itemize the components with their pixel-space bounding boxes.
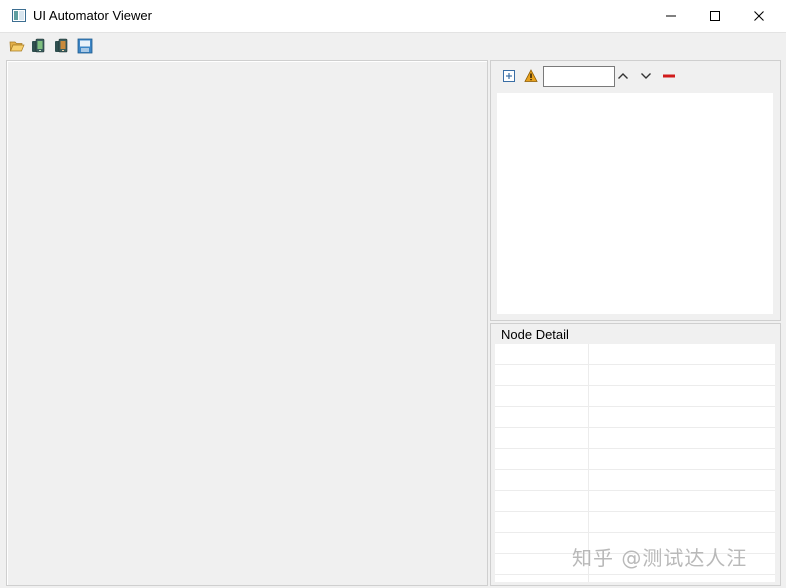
maximize-icon <box>710 11 720 21</box>
maximize-button[interactable] <box>692 0 738 32</box>
table-row <box>495 385 775 386</box>
table-row <box>495 364 775 365</box>
next-icon[interactable] <box>639 69 653 83</box>
minimize-icon <box>666 15 676 17</box>
close-button[interactable] <box>736 0 782 32</box>
open-folder-icon[interactable] <box>9 38 25 54</box>
window-title: UI Automator Viewer <box>33 8 152 23</box>
app-window-icon <box>12 9 26 22</box>
device-screenshot-icon[interactable] <box>31 38 47 54</box>
clear-icon[interactable] <box>662 69 676 83</box>
hierarchy-panel <box>490 60 781 321</box>
table-row <box>495 427 775 428</box>
title-bar[interactable]: UI Automator Viewer <box>0 0 786 33</box>
table-row <box>495 574 775 575</box>
table-row <box>495 511 775 512</box>
watermark-text: 知乎 @测试达人汪 <box>572 546 748 570</box>
close-icon <box>754 11 764 21</box>
warning-icon[interactable] <box>524 69 538 83</box>
previous-icon[interactable] <box>616 69 630 83</box>
screenshot-pane[interactable] <box>6 60 488 586</box>
expand-all-icon[interactable] <box>502 69 516 83</box>
hierarchy-tree[interactable] <box>497 93 773 314</box>
table-row <box>495 469 775 470</box>
save-icon[interactable] <box>77 38 93 54</box>
table-row <box>495 448 775 449</box>
table-row <box>495 532 775 533</box>
hierarchy-toolbar <box>491 61 780 93</box>
search-input[interactable] <box>543 66 615 87</box>
table-row <box>495 490 775 491</box>
device-screenshot-compressed-icon[interactable] <box>54 38 70 54</box>
minimize-button[interactable] <box>648 0 694 32</box>
node-detail-label: Node Detail <box>501 327 569 342</box>
main-toolbar <box>0 33 786 59</box>
table-row <box>495 406 775 407</box>
